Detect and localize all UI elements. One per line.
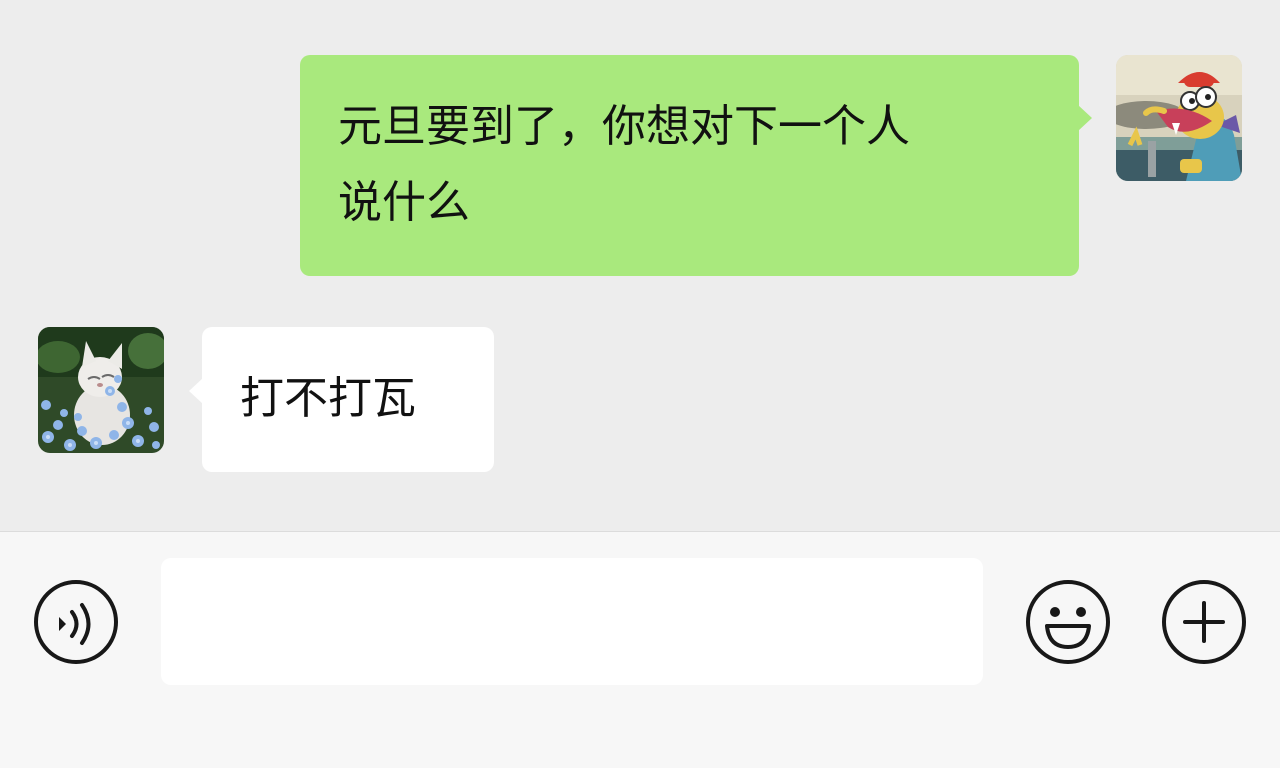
- message-line: 说什么: [338, 177, 470, 228]
- message-input[interactable]: [161, 558, 983, 685]
- chat-screen: 元旦要到了，你想对下一个人 说什么 打不打瓦: [0, 0, 1280, 768]
- plus-icon: [1162, 580, 1246, 664]
- cartoon-fish-avatar-image: [1116, 55, 1242, 181]
- voice-icon: [34, 580, 118, 664]
- message-line: 元旦要到了，你想对下一个人: [338, 101, 910, 152]
- more-button[interactable]: [1161, 579, 1247, 665]
- message-list[interactable]: 元旦要到了，你想对下一个人 说什么 打不打瓦: [0, 0, 1280, 531]
- sent-message-bubble[interactable]: 元旦要到了，你想对下一个人 说什么: [300, 55, 1092, 276]
- message-text: 打不打瓦: [240, 373, 416, 424]
- emoji-smile-icon: [1026, 580, 1110, 664]
- white-kitten-flowers-avatar-image: [38, 327, 164, 453]
- emoji-button[interactable]: [1025, 579, 1111, 665]
- received-message-bubble[interactable]: 打不打瓦: [189, 327, 494, 472]
- friend-avatar[interactable]: [38, 327, 164, 453]
- my-avatar[interactable]: [1116, 55, 1242, 181]
- voice-button[interactable]: [33, 579, 119, 665]
- input-bar: [0, 531, 1280, 768]
